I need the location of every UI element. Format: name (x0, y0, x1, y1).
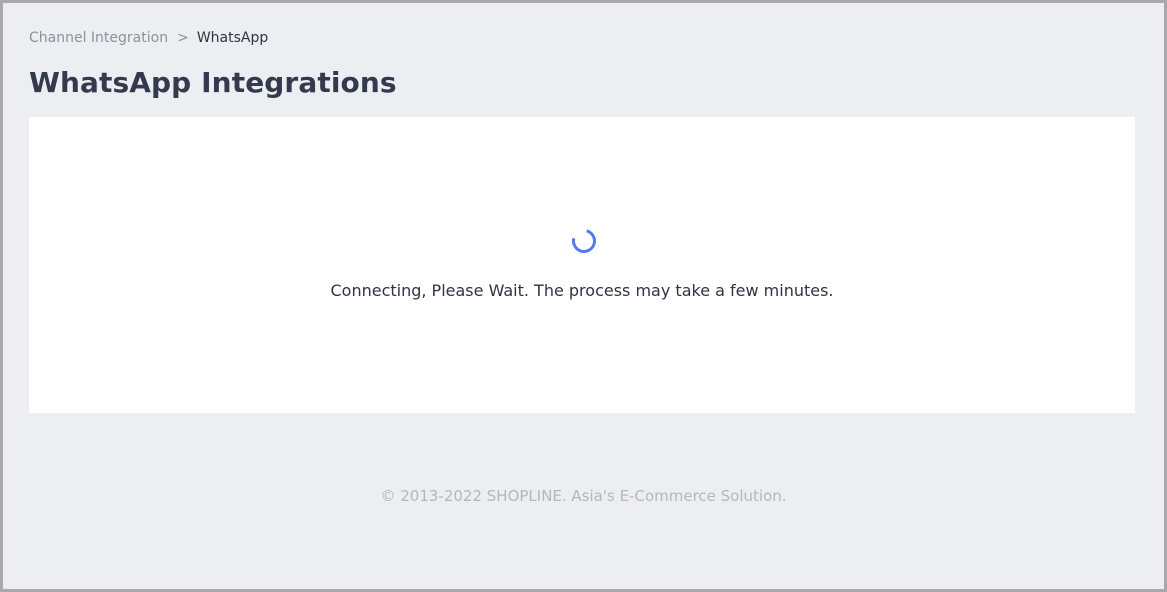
breadcrumb: Channel Integration > WhatsApp (29, 29, 268, 47)
footer-copyright: © 2013-2022 SHOPLINE. Asia's E-Commerce … (380, 487, 787, 505)
breadcrumb-separator: > (177, 30, 189, 46)
breadcrumb-link-channel-integration[interactable]: Channel Integration (29, 30, 168, 46)
breadcrumb-current: WhatsApp (196, 30, 269, 46)
loading-message: Connecting, Please Wait. The process may… (330, 281, 834, 300)
spinner-icon (567, 224, 601, 258)
page-title: WhatsApp Integrations (29, 66, 397, 99)
loading-card: Connecting, Please Wait. The process may… (29, 117, 1135, 413)
page-container: Channel Integration > WhatsApp WhatsApp In… (3, 3, 1164, 589)
